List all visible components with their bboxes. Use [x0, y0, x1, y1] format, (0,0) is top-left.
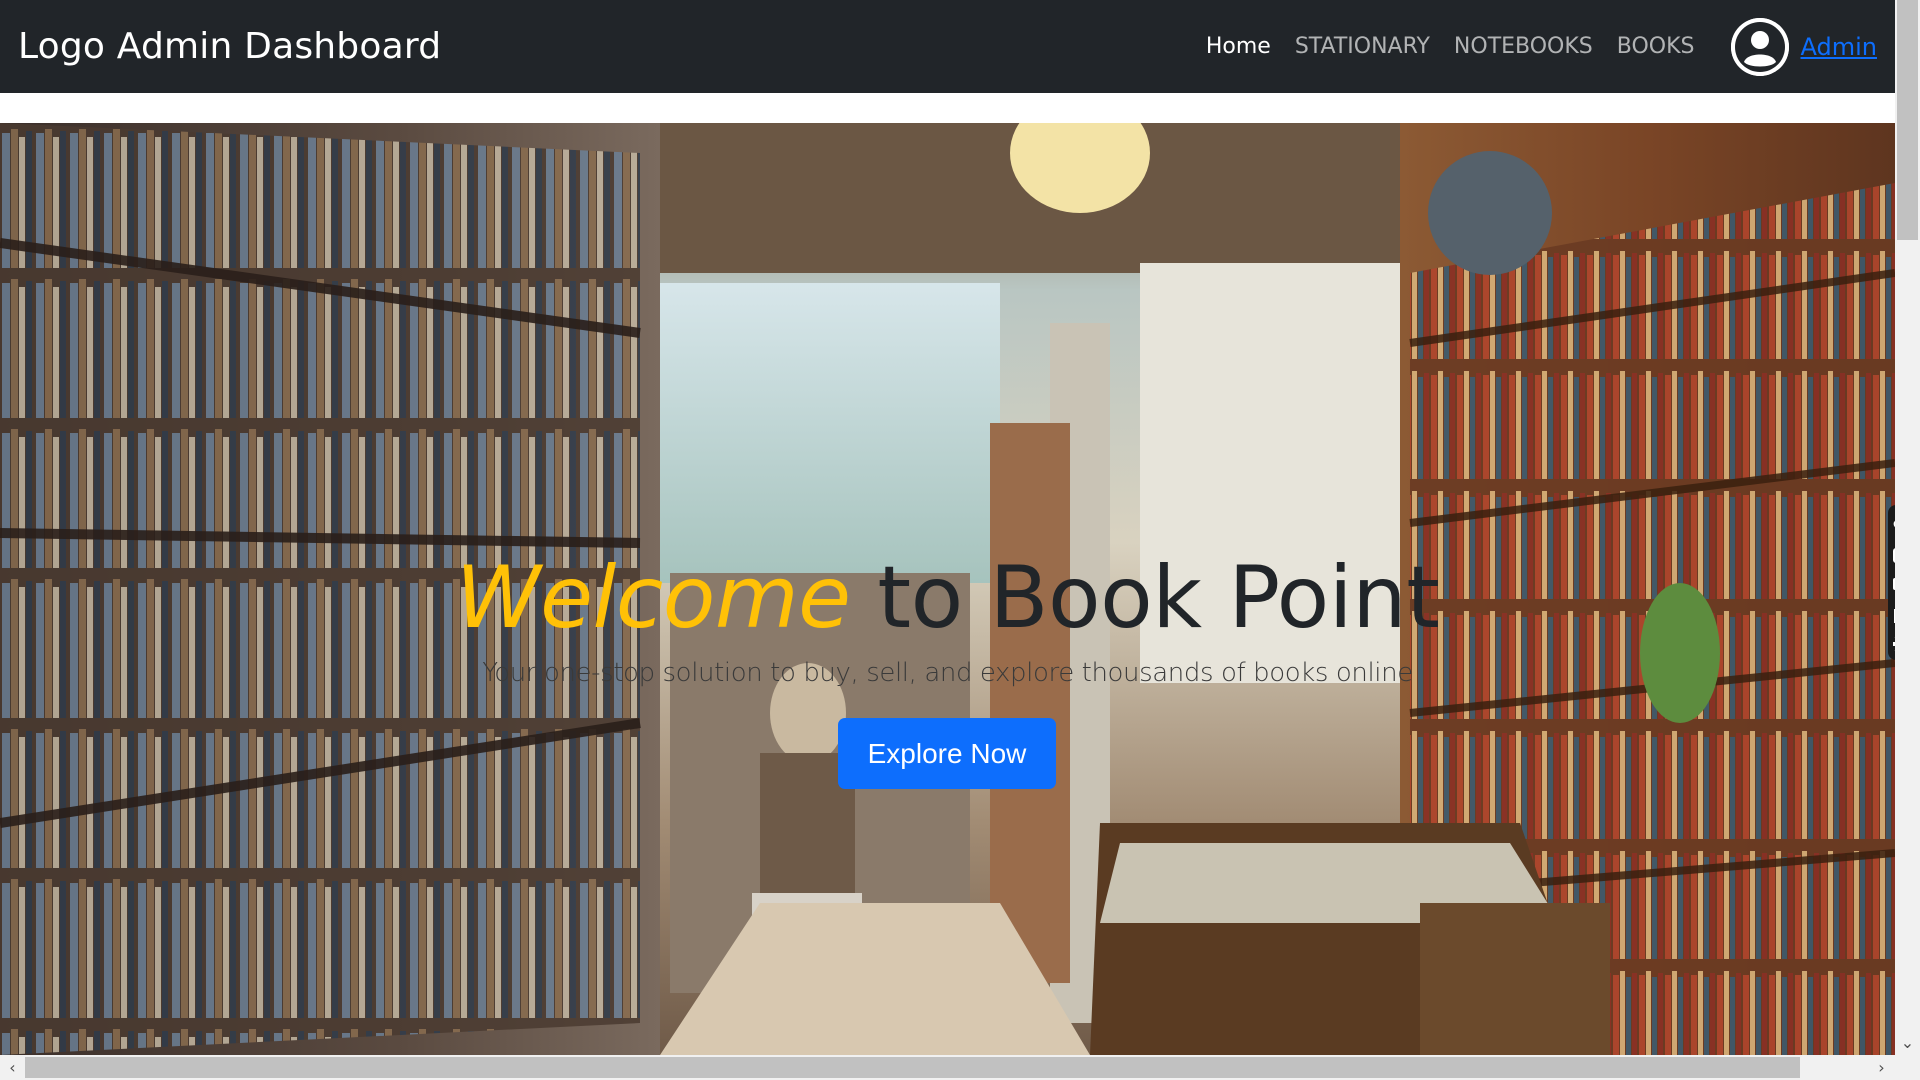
nav-link-notebooks[interactable]: NOTEBOOKS — [1454, 34, 1593, 59]
nav-link-books[interactable]: BOOKS — [1617, 34, 1695, 59]
hero-title-rest: to Book Point — [877, 548, 1440, 648]
nav-link-home[interactable]: Home — [1206, 34, 1271, 59]
vertical-scroll-thumb[interactable] — [1897, 0, 1918, 240]
hero-title: Welcome to Book Point — [0, 548, 1895, 648]
scroll-down-arrow-icon[interactable]: ⌄ — [1895, 1030, 1920, 1055]
user-circle-icon[interactable] — [1730, 17, 1789, 76]
top-navbar: Logo Admin Dashboard Home STATIONARY NOT… — [0, 0, 1895, 93]
explore-now-button[interactable]: Explore Now — [838, 718, 1056, 789]
admin-link[interactable]: Admin — [1801, 33, 1878, 61]
horizontal-scroll-thumb[interactable] — [25, 1057, 1800, 1078]
hero-section: Welcome to Book Point Your one-stop solu… — [0, 123, 1895, 1055]
nav-link-stationary[interactable]: STATIONARY — [1295, 34, 1430, 59]
brand-title[interactable]: Logo Admin Dashboard — [18, 26, 441, 67]
scroll-left-arrow-icon[interactable]: ‹ — [0, 1055, 25, 1080]
hero-subtitle: Your one-stop solution to buy, sell, and… — [482, 658, 1413, 688]
hero-title-accent: Welcome — [455, 548, 851, 648]
nav-links: Home STATIONARY NOTEBOOKS BOOKS Admin — [1206, 0, 1895, 93]
scroll-right-arrow-icon[interactable]: › — [1868, 1055, 1895, 1080]
navbar-spacer — [0, 93, 1895, 123]
